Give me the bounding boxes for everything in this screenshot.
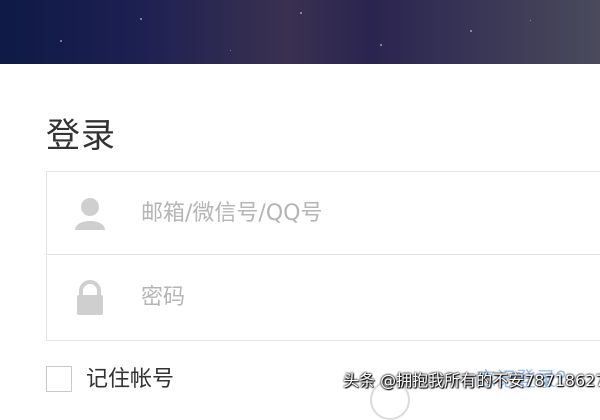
username-placeholder: 邮箱/微信号/QQ号 (141, 201, 323, 226)
page-title: 登录 (46, 116, 116, 156)
user-icon (75, 198, 105, 230)
password-placeholder: 密码 (141, 285, 186, 310)
username-field[interactable]: 邮箱/微信号/QQ号 (46, 171, 600, 255)
lock-icon (77, 280, 103, 315)
watermark-text: 头条 @拥抱我所有的不安78718627 (343, 371, 600, 390)
password-field[interactable]: 密码 (46, 256, 600, 341)
remember-checkbox[interactable] (46, 366, 72, 392)
remember-label: 记住帐号 (86, 367, 175, 392)
header-banner (0, 0, 600, 64)
